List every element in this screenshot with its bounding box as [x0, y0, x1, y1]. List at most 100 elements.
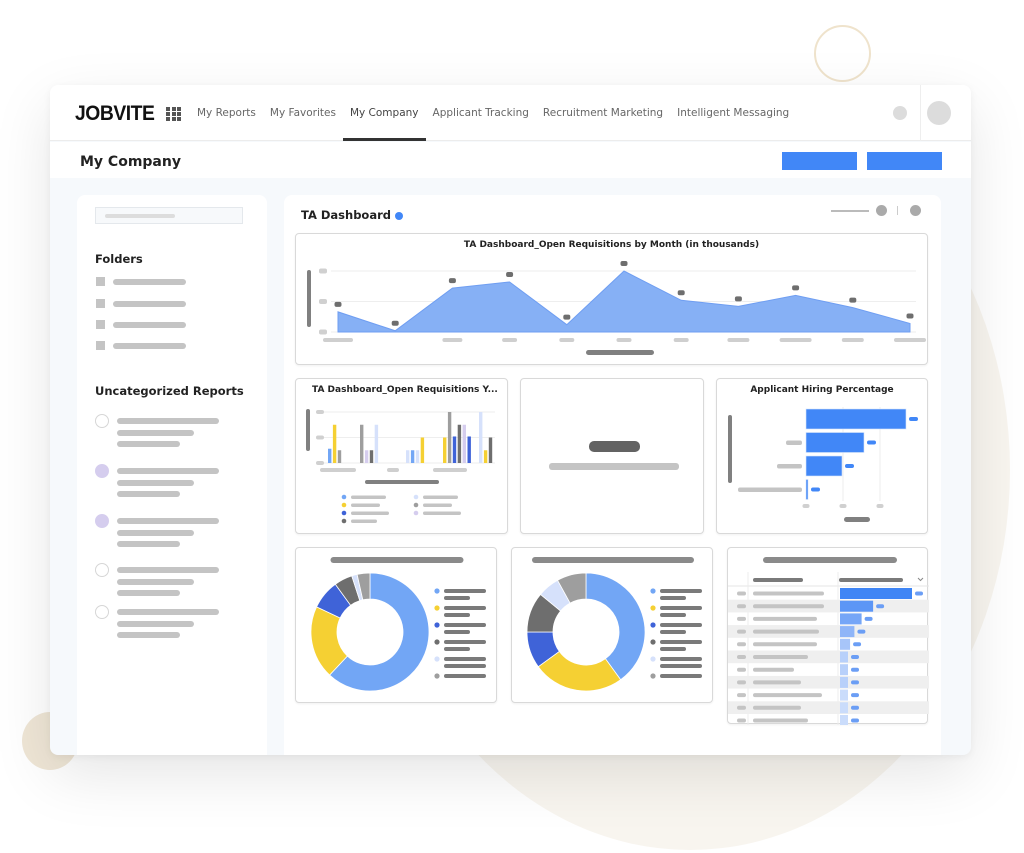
report-radio[interactable] [95, 514, 109, 528]
sidebar: Folders Uncategorized Reports [77, 195, 267, 755]
column-header-value[interactable] [839, 578, 903, 582]
data-label [677, 290, 685, 296]
page-title: My Company [80, 154, 181, 170]
toolbar-button-2[interactable] [910, 205, 921, 216]
bar [420, 437, 425, 463]
report-date-placeholder [117, 590, 180, 596]
report-item[interactable] [95, 605, 245, 641]
toolbar-divider [897, 206, 898, 215]
folder-item[interactable] [96, 277, 246, 287]
y-tick-label [319, 299, 327, 304]
bar [332, 424, 337, 463]
report-meta-placeholder [117, 579, 194, 585]
row-bar [840, 651, 848, 663]
x-tick-label [320, 468, 356, 472]
row-bar [840, 715, 848, 725]
nav-tab-my-company[interactable]: My Company [342, 85, 426, 141]
report-radio[interactable] [95, 563, 109, 577]
row-bar [840, 626, 855, 638]
table-report-card[interactable] [727, 547, 929, 725]
nav-tab-recruitment-marketing[interactable]: Recruitment Marketing [536, 85, 670, 141]
row-name [753, 642, 817, 647]
folders-heading: Folders [95, 252, 143, 266]
donut-card-1[interactable] [295, 547, 497, 703]
jobvite-logo[interactable]: JOBVITE [75, 102, 155, 126]
legend-marker [413, 502, 419, 508]
data-label [448, 278, 456, 284]
row-bar [840, 638, 851, 650]
legend-marker [650, 656, 656, 662]
report-date-placeholder [117, 491, 180, 497]
y-tick-label [738, 487, 802, 492]
bar [452, 436, 457, 463]
report-meta-placeholder [117, 530, 194, 536]
legend-marker [341, 510, 347, 516]
bar [369, 450, 374, 463]
report-radio[interactable] [95, 464, 109, 478]
legend-label [444, 657, 486, 661]
report-item[interactable] [95, 414, 245, 450]
report-item[interactable] [95, 563, 245, 599]
nav-tab-my-favorites[interactable]: My Favorites [263, 85, 343, 141]
sidebar-search-input[interactable] [95, 207, 243, 224]
report-radio[interactable] [95, 605, 109, 619]
bar [406, 450, 410, 463]
legend-label-line2 [660, 664, 702, 668]
row-name [753, 604, 824, 609]
applicant-hiring-percentage-card[interactable]: Applicant Hiring Percentage [716, 378, 928, 534]
report-radio[interactable] [95, 414, 109, 428]
empty-state-text [549, 463, 679, 470]
row-index [737, 718, 746, 723]
x-axis-title [586, 350, 654, 355]
report-item[interactable] [95, 464, 245, 500]
folder-item[interactable] [96, 299, 246, 309]
y-tick-label [316, 461, 324, 465]
nav-tab-my-reports[interactable]: My Reports [190, 85, 263, 141]
x-axis-title [844, 517, 870, 522]
header-action-button-1[interactable] [782, 152, 857, 170]
report-item[interactable] [95, 514, 245, 550]
legend-label [660, 606, 702, 610]
legend-label-line2 [660, 647, 686, 651]
nav-tab-intelligent-messaging[interactable]: Intelligent Messaging [670, 85, 796, 141]
legend-label [351, 519, 377, 523]
legend-marker [650, 605, 656, 611]
data-label [792, 285, 800, 291]
row-bar [840, 588, 912, 599]
toolbar-button-1[interactable] [876, 205, 887, 216]
background-ring [814, 25, 871, 82]
open-requisitions-yearly-card[interactable]: TA Dashboard_Open Requisitions Y... [295, 378, 508, 534]
user-avatar[interactable] [927, 101, 951, 125]
open-requisitions-by-month-card[interactable]: TA Dashboard_Open Requisitions by Month … [295, 233, 928, 365]
x-tick-label [839, 504, 847, 508]
legend-label [660, 623, 702, 627]
bar [479, 412, 483, 463]
row-index [737, 616, 746, 621]
grouped-bar-chart [306, 409, 495, 524]
x-tick-label [727, 338, 750, 342]
apps-grid-icon[interactable] [166, 107, 181, 121]
header-action-button-2[interactable] [867, 152, 942, 170]
notification-icon[interactable] [893, 106, 907, 120]
folder-item[interactable] [96, 320, 246, 330]
column-header-name[interactable] [753, 578, 803, 582]
folder-name-placeholder [113, 279, 186, 285]
row-bar-label [915, 591, 923, 596]
sort-chevron-down-icon[interactable] [917, 577, 924, 582]
row-index [737, 705, 746, 710]
bar [462, 424, 466, 463]
empty-report-card[interactable] [520, 378, 704, 534]
folder-item[interactable] [96, 341, 246, 351]
nav-tab-applicant-tracking[interactable]: Applicant Tracking [426, 85, 536, 141]
report-meta-placeholder [117, 480, 194, 486]
bar [447, 412, 452, 463]
y-axis-title [306, 409, 310, 451]
toolbar-slider[interactable] [831, 210, 869, 212]
donut-card-2[interactable] [511, 547, 713, 703]
legend-label [444, 606, 486, 610]
row-bar-label [851, 705, 859, 710]
dashboard-status-dot [395, 212, 403, 220]
dashboard-panel: TA Dashboard TA Dashboard_Open Requisiti… [284, 195, 941, 755]
row-name [753, 693, 822, 698]
x-tick-label [616, 338, 632, 342]
